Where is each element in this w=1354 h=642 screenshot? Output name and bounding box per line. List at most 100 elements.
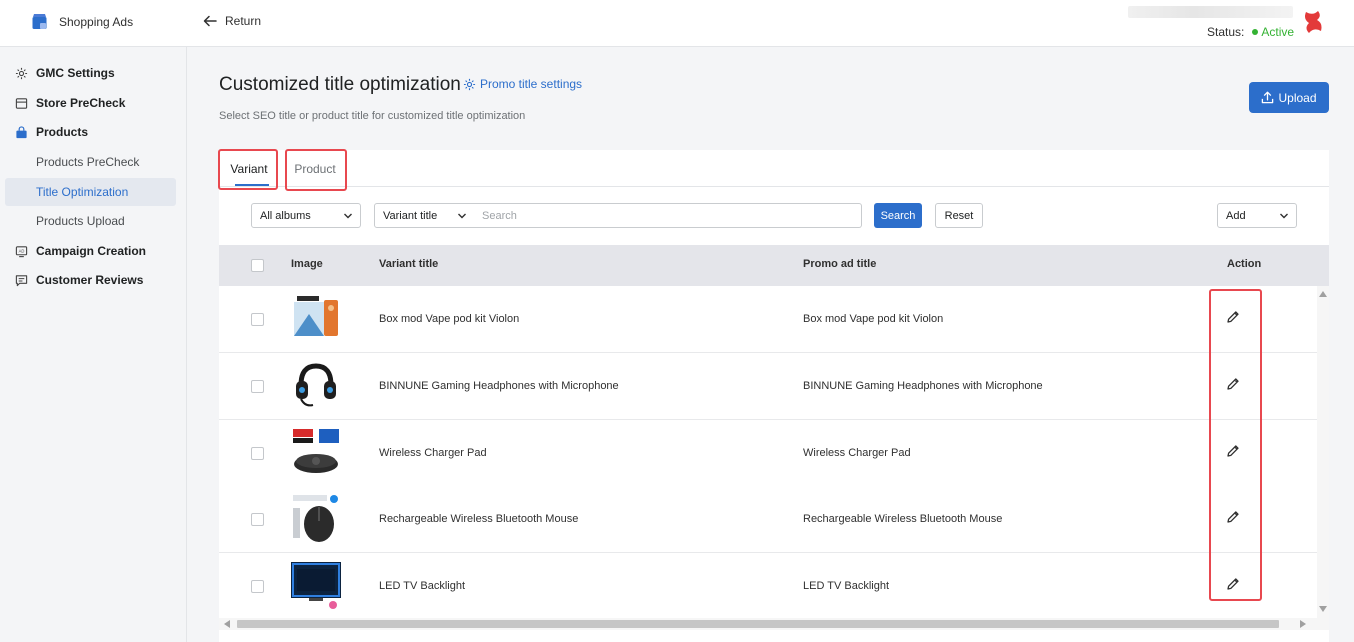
row-checkbox[interactable] (251, 380, 264, 393)
status-indicator: Status: Active (1207, 25, 1294, 39)
app-logo-icon (32, 14, 47, 29)
variant-title: Box mod Vape pod kit Violon (379, 313, 520, 325)
scroll-right-icon[interactable] (1300, 620, 1306, 628)
product-thumbnail (291, 294, 341, 344)
promo-link-label: Promo title settings (480, 77, 583, 91)
select-all-checkbox[interactable] (251, 259, 264, 272)
scroll-thumb[interactable] (237, 620, 1279, 628)
promo-title-settings-link[interactable]: Promo title settings (463, 77, 582, 91)
content-card: Variant Product All albums Variant title… (218, 149, 1329, 642)
return-button[interactable]: Return (203, 14, 261, 28)
bag-icon (16, 125, 27, 138)
row-checkbox[interactable] (251, 580, 264, 593)
sidebar-subitem-title-optimization[interactable]: Title Optimization (5, 178, 176, 206)
scroll-left-icon[interactable] (224, 620, 230, 628)
scroll-down-icon[interactable] (1319, 606, 1327, 612)
edit-pencil-icon[interactable] (1225, 309, 1241, 325)
reset-button[interactable]: Reset (935, 203, 983, 228)
upload-button[interactable]: Upload (1249, 82, 1329, 113)
sidebar-item-label: Customer Reviews (36, 273, 144, 287)
sidebar-item-gmc-settings[interactable]: GMC Settings (15, 63, 115, 83)
row-checkbox[interactable] (251, 513, 264, 526)
table-row: Wireless Charger Pad Wireless Charger Pa… (219, 420, 1317, 487)
field-select[interactable]: Variant title (374, 203, 475, 228)
variant-title: Wireless Charger Pad (379, 447, 487, 459)
sidebar-item-customer-reviews[interactable]: Customer Reviews (15, 270, 143, 290)
albums-select[interactable]: All albums (251, 203, 361, 228)
sidebar-item-store-precheck[interactable]: Store PreCheck (15, 93, 125, 113)
sidebar: GMC Settings Store PreCheck Products Pro… (0, 47, 187, 642)
sidebar-item-label: Products (36, 125, 89, 139)
chevron-down-icon (344, 213, 352, 219)
edit-pencil-icon[interactable] (1225, 376, 1241, 392)
sidebar-item-label: Campaign Creation (36, 244, 147, 258)
edit-pencil-icon[interactable] (1225, 443, 1241, 459)
promo-title: Box mod Vape pod kit Violon (803, 313, 944, 325)
product-thumbnail (291, 561, 341, 611)
add-select-value: Add (1226, 209, 1246, 222)
horizontal-scrollbar[interactable] (219, 618, 1329, 630)
gear-icon (463, 78, 476, 90)
scroll-up-icon[interactable] (1319, 291, 1327, 297)
table-row: Rechargeable Wireless Bluetooth Mouse Re… (219, 486, 1317, 553)
status-value: Active (1261, 25, 1295, 39)
top-bar: Shopping Ads Return Status: Active (0, 0, 1354, 47)
product-thumbnail (291, 494, 341, 544)
field-select-value: Variant title (383, 209, 438, 222)
status-label: Status: (1207, 25, 1245, 39)
table-row: Box mod Vape pod kit Violon Box mod Vape… (219, 286, 1317, 353)
header-promo-title: Promo ad title (803, 258, 877, 270)
row-checkbox[interactable] (251, 447, 264, 460)
vertical-scrollbar[interactable] (1317, 286, 1329, 622)
table-row: LED TV Backlight LED TV Backlight (219, 553, 1317, 620)
tab-variant[interactable]: Variant (219, 150, 279, 187)
row-checkbox[interactable] (251, 313, 264, 326)
search-button[interactable]: Search (874, 203, 922, 228)
search-input[interactable] (474, 203, 862, 228)
upload-label: Upload (1278, 90, 1317, 105)
variant-title: BINNUNE Gaming Headphones with Microphon… (379, 380, 619, 392)
edit-pencil-icon[interactable] (1225, 576, 1241, 592)
status-dot (1252, 29, 1259, 36)
chevron-down-icon (458, 213, 466, 219)
message-icon (15, 274, 28, 286)
product-thumbnail (291, 361, 341, 411)
albums-select-value: All albums (260, 209, 311, 222)
sidebar-item-label: GMC Settings (36, 66, 115, 80)
header-variant-title: Variant title (379, 258, 439, 270)
header-image: Image (291, 258, 323, 270)
brand-logo-icon (1305, 11, 1322, 33)
sidebar-item-label: Store PreCheck (36, 96, 126, 110)
page-subtitle: Select SEO title or product title for cu… (219, 110, 526, 122)
tab-product[interactable]: Product (285, 150, 345, 187)
variant-title: LED TV Backlight (379, 580, 466, 592)
blurred-account (1128, 6, 1293, 18)
header-action: Action (1227, 258, 1262, 270)
sidebar-subitem-products-upload[interactable]: Products Upload (5, 207, 176, 235)
variant-title: Rechargeable Wireless Bluetooth Mouse (379, 513, 579, 525)
page-title: Customized title optimization (219, 74, 461, 95)
promo-title: LED TV Backlight (803, 580, 890, 592)
svg-text:AD: AD (19, 248, 25, 253)
add-select[interactable]: Add (1217, 203, 1297, 228)
sidebar-subitem-products-precheck[interactable]: Products PreCheck (5, 148, 176, 176)
ad-icon: AD (15, 245, 28, 257)
tab-bar: Variant Product (219, 150, 1329, 187)
filter-bar: All albums Variant title Search Reset Ad… (219, 187, 1329, 245)
promo-title: BINNUNE Gaming Headphones with Microphon… (803, 380, 1043, 392)
sidebar-item-campaign-creation[interactable]: AD Campaign Creation (15, 241, 146, 261)
app-name: Shopping Ads (59, 15, 134, 29)
product-thumbnail (291, 428, 341, 478)
table-row: BINNUNE Gaming Headphones with Microphon… (219, 353, 1317, 420)
edit-pencil-icon[interactable] (1225, 509, 1241, 525)
gear-icon (15, 67, 28, 79)
chevron-down-icon (1280, 213, 1288, 219)
promo-title: Rechargeable Wireless Bluetooth Mouse (803, 513, 1003, 525)
store-icon (15, 97, 28, 109)
table-header: Image Variant title Promo ad title Actio… (219, 245, 1329, 286)
return-label: Return (225, 14, 262, 28)
arrow-left-icon (203, 15, 217, 27)
variant-table: Image Variant title Promo ad title Actio… (219, 245, 1329, 642)
promo-title: Wireless Charger Pad (803, 447, 911, 459)
sidebar-item-products[interactable]: Products (15, 122, 88, 142)
